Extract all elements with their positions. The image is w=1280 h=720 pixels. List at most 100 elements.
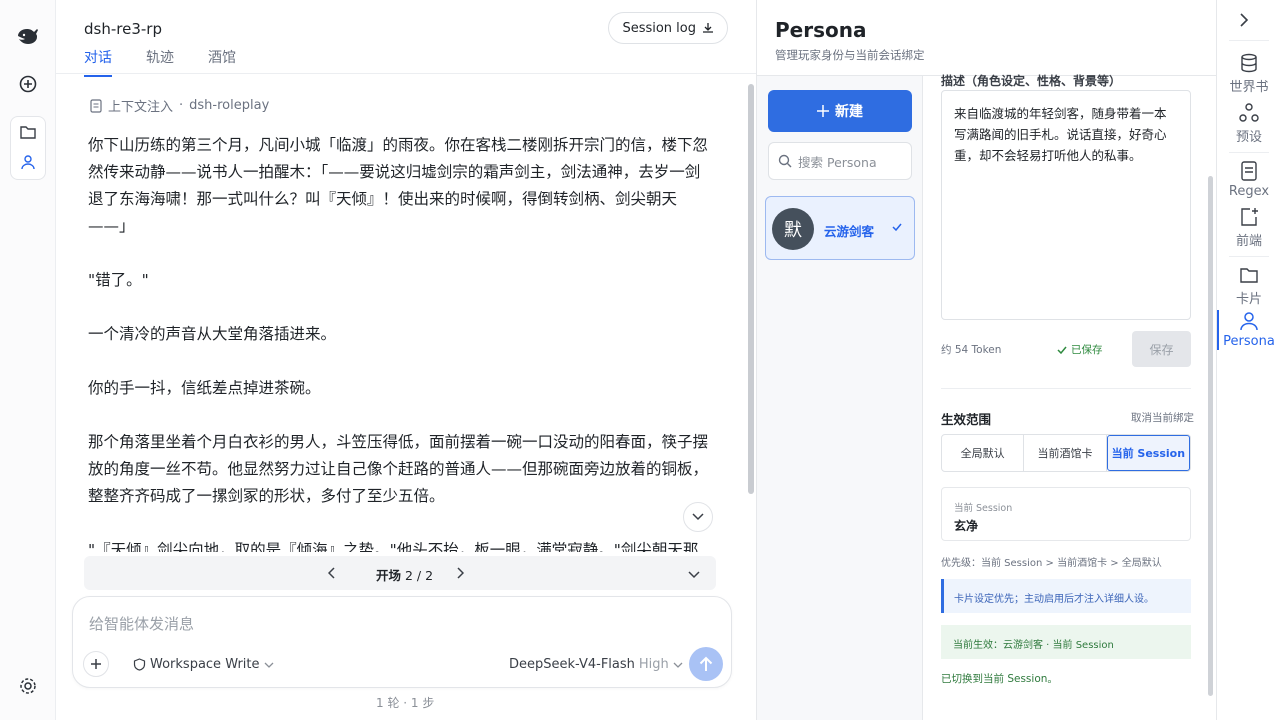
rail-item-cards[interactable]: 卡片 [1217, 264, 1280, 307]
turn-step-counter: 1 轮 · 1 步 [376, 696, 435, 710]
saved-label: 已保存 [1071, 344, 1103, 356]
model-name: DeepSeek-V4-Flash [509, 657, 635, 672]
preset-nodes-icon [1239, 103, 1259, 122]
session-log-label: Session log [622, 20, 696, 36]
rail-item-label: 前端 [1235, 234, 1262, 249]
folder-icon [1240, 268, 1258, 283]
divider [1229, 40, 1269, 41]
persona-card-selected[interactable]: 默 云游剑客 [765, 196, 915, 260]
message-content: 你下山历练的第三个月，凡间小城「临渡」的雨夜。你在客栈二楼刚拆开宗门的信，楼下忽… [88, 132, 714, 552]
tab-trace[interactable]: 轨迹 [146, 47, 174, 77]
description-label: 描述（角色设定、性格、背景等） [941, 74, 1122, 88]
unbind-link[interactable]: 取消当前绑定 [1131, 410, 1194, 425]
pager-count: 2 / 2 [405, 568, 434, 583]
tab-chat[interactable]: 对话 [84, 47, 112, 77]
context-label: 上下文注入 [108, 100, 174, 115]
chevron-down-icon [673, 662, 683, 668]
rail-item-worldbook[interactable]: 世界书 [1217, 52, 1280, 95]
chevron-down-icon [692, 513, 704, 521]
regex-document-icon [1241, 161, 1257, 181]
database-icon [1241, 53, 1257, 73]
plus-icon [91, 659, 101, 669]
frontend-add-icon [1241, 208, 1258, 226]
rail-item-label: 世界书 [1229, 80, 1269, 95]
pager-collapse-icon[interactable] [688, 564, 700, 583]
session-log-button[interactable]: Session log [608, 12, 728, 44]
detail-scrollbar[interactable] [1208, 176, 1213, 696]
rail-item-preset[interactable]: 预设 [1217, 102, 1280, 145]
attach-plus-button[interactable] [83, 651, 109, 677]
rail-item-label: Regex [1228, 184, 1270, 199]
current-session-value: 玄净 [954, 519, 979, 533]
rail-item-frontend[interactable]: 前端 [1217, 206, 1280, 249]
divider [941, 388, 1191, 389]
send-button[interactable] [689, 647, 723, 681]
workspace-mode-select[interactable]: Workspace Write [133, 657, 274, 672]
story-paragraph: 那个角落里坐着个月白衣衫的男人，斗笠压得低，面前摆着一碗一口没动的阳春面，筷子摆… [88, 433, 709, 505]
chat-title: dsh-re3-rp [84, 20, 162, 38]
context-separator: · [179, 98, 184, 113]
whale-logo-icon[interactable] [12, 20, 44, 52]
scope-current-session[interactable]: 当前 Session [1106, 435, 1190, 471]
pager-prev-icon[interactable] [327, 564, 336, 583]
persona-detail: 描述（角色设定、性格、背景等） 来自临渡城的年轻剑客，随身带着一本写满路闻的旧手… [923, 74, 1217, 720]
scope-current-card[interactable]: 当前酒馆卡 [1024, 435, 1107, 471]
arrow-up-icon [699, 656, 713, 671]
download-icon [703, 23, 713, 33]
folder-icon[interactable] [12, 116, 44, 148]
shield-icon [133, 658, 146, 671]
persona-header: Persona 管理玩家身份与当前会话绑定 [757, 0, 1217, 76]
active-note: 当前生效：云游剑客 · 当前 Session [941, 625, 1191, 659]
story-paragraph: 一个清冷的声音从大堂角落插进来。 [88, 325, 337, 343]
scroll-down-button[interactable] [683, 502, 713, 532]
pager-label: 开场 2 / 2 [376, 565, 433, 584]
context-injection[interactable]: 上下文注入 · dsh-roleplay [90, 96, 269, 115]
chat-header: dsh-re3-rp 对话 轨迹 酒馆 Session log [56, 0, 756, 77]
new-persona-button[interactable]: 新建 [768, 90, 912, 132]
priority-note: 优先级：当前 Session > 当前酒馆卡 > 全局默认 [941, 558, 1162, 569]
persona-subtitle: 管理玩家身份与当前会话绑定 [775, 48, 925, 62]
model-select[interactable]: DeepSeek-V4-Flash High [509, 657, 683, 672]
divider [1229, 256, 1269, 257]
workspace-mode-label: Workspace Write [150, 657, 260, 672]
new-chat-icon[interactable] [12, 68, 44, 100]
plus-icon [817, 105, 829, 117]
current-session-key: 当前 Session [954, 503, 1013, 514]
user-icon[interactable] [12, 146, 44, 178]
message-pager: 开场 2 / 2 [84, 556, 716, 590]
document-icon [90, 98, 102, 113]
left-rail [0, 0, 56, 720]
switched-status: 已切换到当前 Session。 [941, 673, 1058, 685]
rail-item-regex[interactable]: Regex [1217, 160, 1280, 199]
rail-item-label: 卡片 [1235, 292, 1262, 307]
persona-search-input[interactable]: 搜索 Persona [768, 142, 912, 180]
save-button[interactable]: 保存 [1132, 331, 1191, 367]
rail-item-label: 预设 [1235, 130, 1262, 145]
chevron-right-icon[interactable] [1239, 12, 1249, 31]
scope-label: 生效范围 [941, 412, 992, 427]
check-icon [892, 220, 902, 234]
chat-scrollbar[interactable] [748, 84, 754, 494]
rail-item-persona[interactable]: Persona [1217, 310, 1280, 349]
story-paragraph: 你下山历练的第三个月，凡间小城「临渡」的雨夜。你在客栈二楼刚拆开宗门的信，楼下忽… [88, 136, 709, 235]
description-textarea[interactable]: 来自临渡城的年轻剑客，随身带着一本写满路闻的旧手札。说话直接，好奇心重，却不会轻… [941, 90, 1191, 320]
check-icon [1057, 346, 1067, 354]
info-note: 卡片设定优先；主动启用后才注入详细人设。 [941, 579, 1191, 613]
app-root: dsh-re3-rp 对话 轨迹 酒馆 Session log 上下文注入 · … [0, 0, 1280, 720]
settings-gear-icon[interactable] [12, 670, 44, 702]
new-persona-label: 新建 [835, 104, 863, 120]
chevron-down-icon [264, 662, 273, 668]
persona-card-name: 云游剑客 [824, 224, 875, 239]
persona-title: Persona [775, 18, 867, 42]
story-paragraph: "错了。" [88, 271, 149, 289]
scope-global-default[interactable]: 全局默认 [942, 435, 1025, 471]
pager-title: 开场 [376, 568, 402, 583]
user-icon [1240, 312, 1258, 331]
saved-status: 已保存 [1057, 342, 1103, 357]
message-input[interactable]: 给智能体发消息 [89, 613, 194, 634]
current-session-box: 当前 Session 玄净 [941, 487, 1191, 541]
right-rail: 世界书 预设 Regex 前端 卡片 Persona [1216, 0, 1280, 720]
pager-next-icon[interactable] [456, 564, 465, 583]
chat-panel: dsh-re3-rp 对话 轨迹 酒馆 Session log 上下文注入 · … [56, 0, 756, 720]
tab-tavern[interactable]: 酒馆 [208, 47, 236, 77]
